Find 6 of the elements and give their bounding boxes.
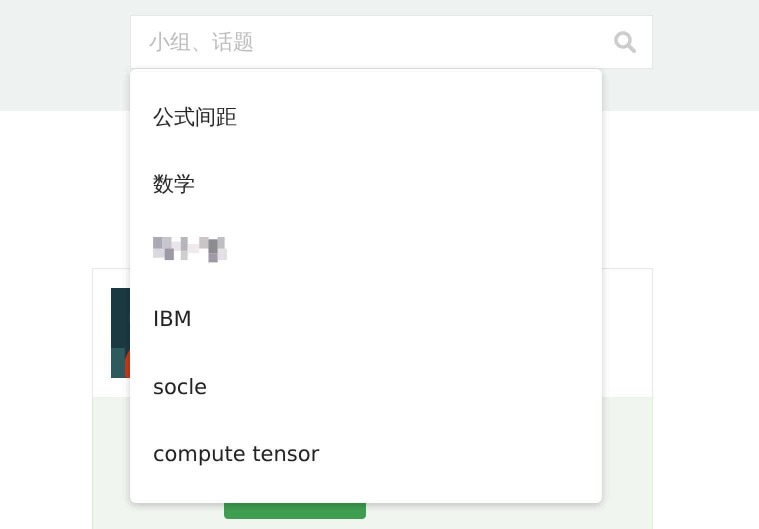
search-icon xyxy=(613,30,637,54)
search-field[interactable]: 小组、话题 xyxy=(130,15,653,69)
suggestion-item[interactable]: socle xyxy=(130,353,602,420)
suggestion-item[interactable]: 公式间距 xyxy=(130,83,602,150)
suggestion-item[interactable]: 数学 xyxy=(130,150,602,218)
suggestion-item[interactable]: IBM xyxy=(130,286,602,353)
